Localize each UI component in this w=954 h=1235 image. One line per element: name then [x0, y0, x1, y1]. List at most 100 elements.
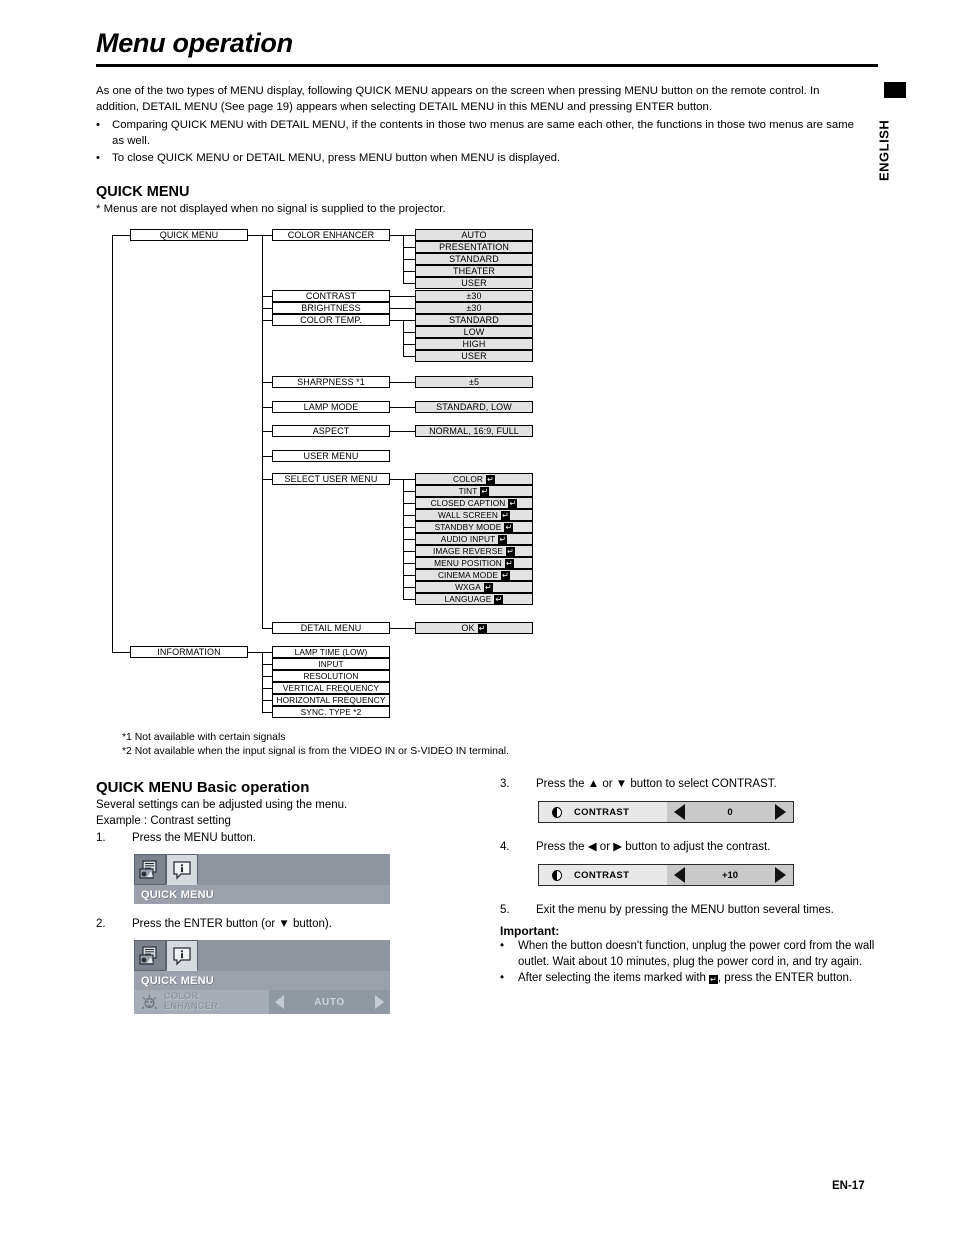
intro-bullet-item: • Comparing QUICK MENU with DETAIL MENU,… — [96, 118, 864, 149]
increase-arrow-icon[interactable] — [375, 995, 384, 1009]
diagram-box-label: SYNC. TYPE *2 — [300, 706, 362, 717]
diagram-box-label: ±30 — [466, 290, 482, 301]
enter-key-icon: ↵ — [480, 486, 490, 496]
diagram-box: RESOLUTION — [272, 670, 390, 682]
diagram-box-label: LANGUAGE — [444, 593, 492, 604]
diagram-box: STANDARD — [415, 314, 533, 326]
diagram-connector — [390, 320, 403, 321]
tab-information[interactable] — [166, 854, 198, 885]
diagram-connector — [390, 628, 415, 629]
diagram-connector — [403, 563, 415, 564]
diagram-box-label: ±5 — [468, 376, 480, 387]
enter-key-icon: ↵ — [498, 534, 508, 544]
diagram-box: WXGA ↵ — [415, 581, 533, 593]
diagram-box: ±5 — [415, 376, 533, 388]
diagram-box: CLOSED CAPTION ↵ — [415, 497, 533, 509]
diagram-connector — [403, 479, 404, 599]
enter-key-icon: ↵ — [504, 558, 514, 568]
enter-key-icon: ↵ — [504, 522, 514, 532]
important-bullet-text: When the button doesn't function, unplug… — [518, 940, 875, 968]
image-settings-icon — [139, 859, 157, 879]
tab-information[interactable] — [166, 940, 198, 971]
diagram-box-label: THEATER — [452, 265, 496, 276]
diagram-box: DETAIL MENU — [272, 622, 390, 634]
diagram-box-label: PRESENTATION — [439, 241, 509, 252]
decrease-arrow-icon[interactable] — [275, 995, 284, 1009]
diagram-box: VERTICAL FREQUENCY — [272, 682, 390, 694]
bullet-dot-icon: • — [500, 972, 505, 984]
diagram-box: STANDARD — [415, 253, 533, 265]
diagram-box: STANDARD, LOW — [415, 401, 533, 413]
intro-bullet-text: To close QUICK MENU or DETAIL MENU, pres… — [112, 152, 561, 164]
diagram-box: USER MENU — [272, 450, 390, 462]
diagram-box-label: VERTICAL FREQUENCY — [282, 682, 380, 693]
increase-arrow-icon[interactable] — [774, 804, 786, 820]
enter-key-icon: ↵ — [708, 975, 718, 984]
contrast-bar-label-area: CONTRAST — [539, 802, 667, 822]
diagram-connector — [262, 407, 272, 408]
diagram-connector — [390, 431, 415, 432]
intro-block: As one of the two types of MENU display,… — [96, 84, 864, 167]
diagram-connector — [390, 479, 403, 480]
important-bullet-item: • When the button doesn't function, unpl… — [500, 938, 878, 970]
diagram-box-label: USER — [461, 277, 487, 288]
step-4: 4. Press the ◀ or ▶ button to adjust the… — [500, 839, 878, 855]
increase-arrow-icon[interactable] — [775, 867, 786, 883]
basic-operation-heading: QUICK MENU Basic operation — [96, 779, 310, 796]
diagram-box: AUDIO INPUT ↵ — [415, 533, 533, 545]
osd-mock-quick-menu-empty: QUICK MENU — [134, 854, 390, 904]
diagram-footnotes: *1 Not available with certain signals *2… — [122, 731, 509, 759]
important-bullet-text-tail: , press the ENTER button. — [717, 972, 853, 984]
decrease-arrow-icon[interactable] — [674, 867, 685, 883]
diagram-box: THEATER — [415, 265, 533, 277]
decrease-arrow-icon[interactable] — [674, 804, 685, 820]
basic-operation-column: QUICK MENU Basic operation Several setti… — [96, 779, 468, 1014]
diagram-box: WALL SCREEN ↵ — [415, 509, 533, 521]
diagram-box: LOW — [415, 326, 533, 338]
contrast-bar-adjusted[interactable]: CONTRAST +10 — [538, 864, 794, 886]
diagram-box: HORIZONTAL FREQUENCY — [272, 694, 390, 706]
diagram-box-label: STANDARD — [449, 253, 499, 264]
diagram-box-label: INFORMATION — [157, 646, 221, 657]
contrast-value: +10 — [721, 869, 739, 881]
steps-column-right: 3. Press the ▲ or ▼ button to select CON… — [500, 775, 878, 986]
diagram-connector — [262, 688, 272, 689]
diagram-connector — [403, 599, 415, 600]
diagram-box: ±30 — [415, 302, 533, 314]
bullet-dot-icon: • — [96, 152, 100, 164]
important-heading: Important: — [500, 924, 560, 938]
tab-image-settings[interactable] — [134, 940, 166, 971]
diagram-box: COLOR TEMP. — [272, 314, 390, 326]
osd-row-value-stepper[interactable]: AUTO — [269, 990, 390, 1014]
step-text: Exit the menu by pressing the MENU butto… — [536, 904, 834, 916]
diagram-box-label: RESOLUTION — [303, 670, 359, 681]
contrast-bar-select[interactable]: CONTRAST 0 — [538, 801, 794, 823]
step-3: 3. Press the ▲ or ▼ button to select CON… — [500, 776, 878, 792]
contrast-value-stepper[interactable]: 0 — [667, 802, 793, 822]
diagram-connector — [403, 320, 404, 356]
diagram-box: PRESENTATION — [415, 241, 533, 253]
diagram-box-label: CONTRAST — [305, 290, 357, 301]
diagram-box-label: USER — [461, 350, 487, 361]
diagram-box: HIGH — [415, 338, 533, 350]
tab-image-settings[interactable] — [134, 854, 166, 885]
diagram-connector — [403, 539, 415, 540]
diagram-box-label: USER MENU — [303, 450, 359, 461]
diagram-connector — [262, 296, 272, 297]
step-text: Press the MENU button. — [132, 832, 256, 844]
diagram-box-label: SHARPNESS *1 — [297, 376, 365, 387]
osd-row-color-enhancer[interactable]: COLOR ENHANCER AUTO — [134, 990, 390, 1014]
diagram-box: LAMP MODE — [272, 401, 390, 413]
diagram-connector — [262, 700, 272, 701]
bullet-dot-icon: • — [96, 119, 100, 131]
language-tab-label: ENGLISH — [876, 119, 892, 181]
color-enhancer-glyph — [141, 994, 157, 1009]
contrast-value-stepper[interactable]: +10 — [667, 865, 793, 885]
diagram-box: QUICK MENU — [130, 229, 248, 241]
diagram-box-label: AUDIO INPUT — [440, 533, 496, 544]
title-rule — [96, 64, 878, 67]
diagram-box-label: COLOR TEMP. — [300, 314, 362, 325]
diagram-box-label: HORIZONTAL FREQUENCY — [276, 694, 386, 705]
diagram-connector — [112, 652, 130, 653]
enter-key-icon: ↵ — [494, 594, 504, 604]
